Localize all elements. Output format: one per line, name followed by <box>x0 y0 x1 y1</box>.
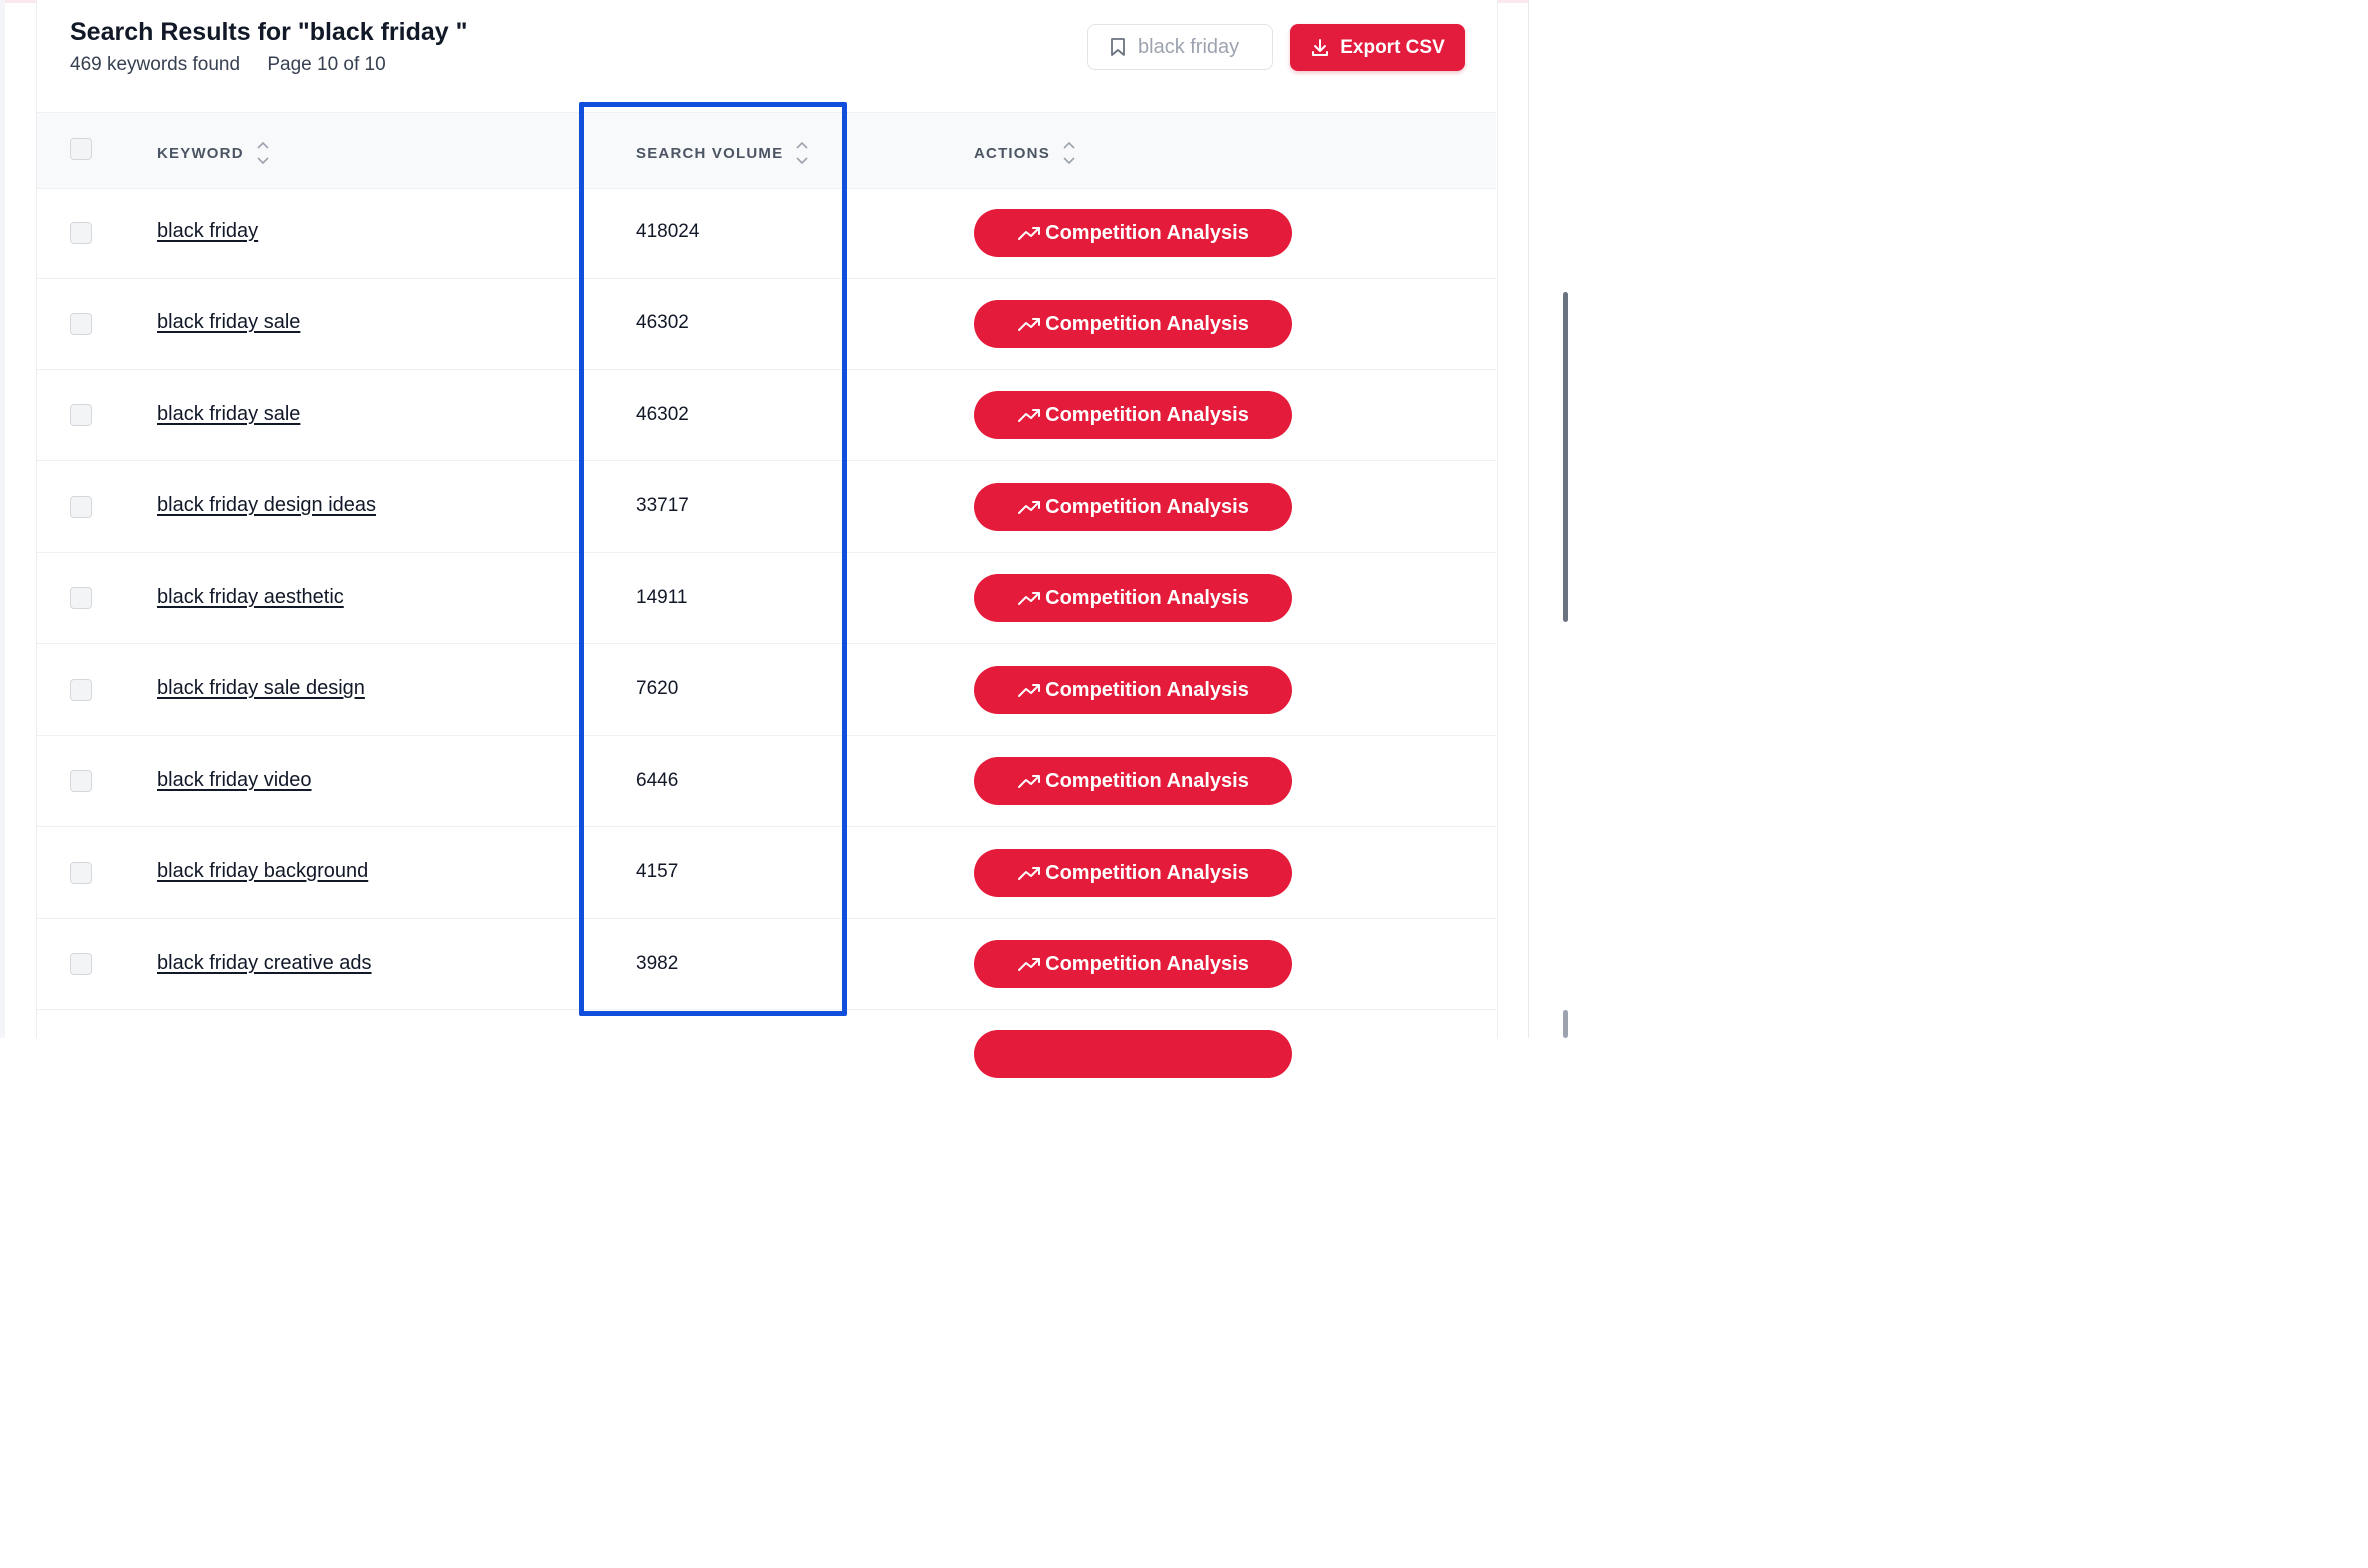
trending-up-icon <box>1018 958 1041 971</box>
trending-up-icon <box>1018 684 1041 697</box>
row-checkbox[interactable] <box>70 222 92 244</box>
bookmark-icon <box>1111 38 1125 56</box>
search-volume-value: 7620 <box>636 678 679 699</box>
search-volume-value: 4157 <box>636 861 679 882</box>
keyword-link[interactable]: black friday design ideas <box>157 494 376 517</box>
competition-analysis-button[interactable]: Competition Analysis <box>974 300 1292 348</box>
sort-icon <box>796 141 808 165</box>
saved-search-label: black friday <box>1138 35 1240 58</box>
page-indicator: Page 10 of 10 <box>267 54 386 75</box>
trending-up-icon <box>1018 409 1041 422</box>
keyword-link[interactable]: black friday sale <box>157 403 300 426</box>
scrollbar-thumb[interactable] <box>1563 292 1568 622</box>
trending-up-icon <box>1018 501 1041 514</box>
competition-analysis-button[interactable]: Competition Analysis <box>974 483 1292 531</box>
keyword-link[interactable]: black friday creative ads <box>157 952 372 975</box>
row-checkbox[interactable] <box>70 313 92 335</box>
row-checkbox[interactable] <box>70 679 92 701</box>
row-checkbox[interactable] <box>70 770 92 792</box>
download-icon <box>1312 38 1329 56</box>
search-volume-value: 33717 <box>636 495 689 516</box>
row-checkbox[interactable] <box>70 587 92 609</box>
trending-up-icon <box>1018 318 1041 331</box>
trending-up-icon <box>1018 592 1041 605</box>
search-volume-value: 3982 <box>636 953 679 974</box>
trending-up-icon <box>1018 227 1041 240</box>
competition-analysis-button[interactable]: Competition Analysis <box>974 757 1292 805</box>
competition-analysis-button[interactable]: Competition Analysis <box>974 666 1292 714</box>
keywords-count: 469 keywords found <box>70 54 241 75</box>
results-summary: 469 keywords found Page 10 of 10 <box>70 54 386 76</box>
keyword-link[interactable]: black friday aesthetic <box>157 586 344 609</box>
keyword-link[interactable]: black friday sale design <box>157 677 365 700</box>
row-checkbox[interactable] <box>70 862 92 884</box>
competition-analysis-button[interactable]: Competition Analysis <box>974 209 1292 257</box>
column-header-keyword[interactable]: KEYWORD <box>157 140 270 166</box>
select-all-checkbox[interactable] <box>70 138 92 160</box>
keyword-link[interactable]: black friday sale <box>157 311 300 334</box>
keyword-link[interactable]: black friday background <box>157 860 368 883</box>
export-csv-button[interactable]: Export CSV <box>1290 24 1465 71</box>
keyword-link[interactable]: black friday video <box>157 769 312 792</box>
row-checkbox[interactable] <box>70 953 92 975</box>
keyword-link[interactable]: black friday <box>157 220 258 243</box>
trending-up-icon <box>1018 867 1041 880</box>
column-header-actions[interactable]: ACTIONS <box>974 140 1076 166</box>
competition-analysis-button[interactable]: Competition Analysis <box>974 391 1292 439</box>
export-csv-label: Export CSV <box>1340 36 1445 58</box>
competition-analysis-button[interactable]: Competition Analysis <box>974 849 1292 897</box>
search-volume-value: 46302 <box>636 404 689 425</box>
row-checkbox[interactable] <box>70 404 92 426</box>
sort-icon <box>1063 141 1075 165</box>
competition-analysis-button-partial[interactable] <box>974 1030 1292 1078</box>
search-volume-value: 14911 <box>636 587 688 608</box>
row-checkbox[interactable] <box>70 496 92 518</box>
scrollbar-thumb-lower[interactable] <box>1563 1010 1568 1038</box>
search-volume-value: 46302 <box>636 312 689 333</box>
page-title: Search Results for "black friday " <box>70 18 468 46</box>
column-header-search-volume[interactable]: SEARCH VOLUME <box>636 140 809 166</box>
search-volume-value: 418024 <box>636 221 700 242</box>
sort-icon <box>257 141 269 165</box>
competition-analysis-button[interactable]: Competition Analysis <box>974 574 1292 622</box>
page-left-edge <box>0 0 5 1038</box>
search-volume-value: 6446 <box>636 770 679 791</box>
trending-up-icon <box>1018 775 1041 788</box>
competition-analysis-button[interactable]: Competition Analysis <box>974 940 1292 988</box>
saved-search-button[interactable]: black friday <box>1087 24 1273 70</box>
